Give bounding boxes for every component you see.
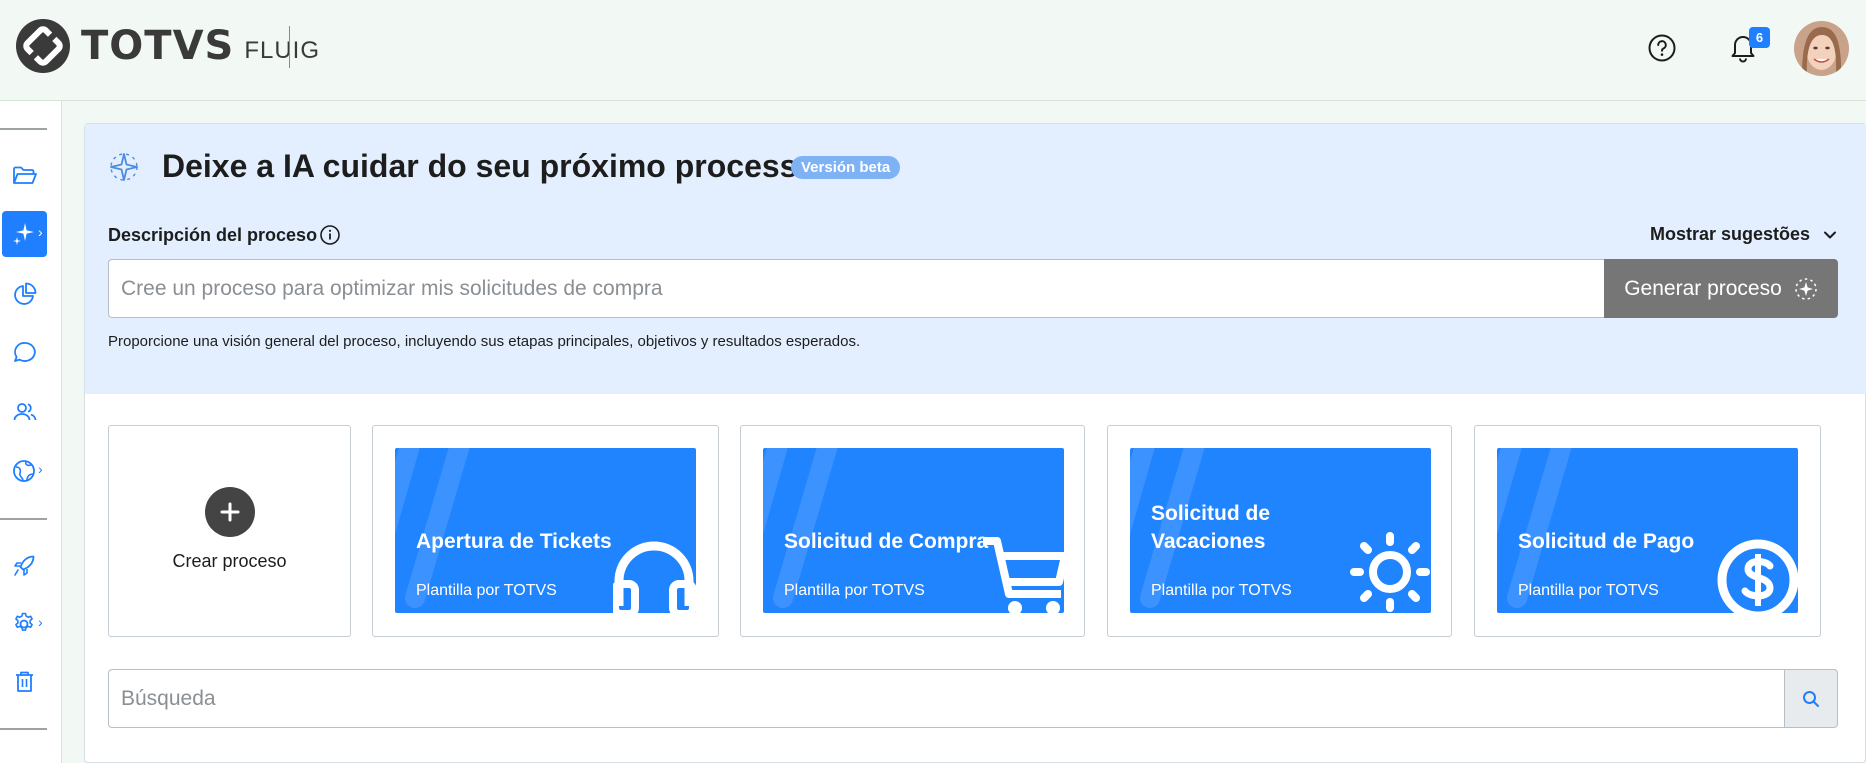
search-bar xyxy=(108,669,1838,728)
ai-sparkle-icon xyxy=(110,153,138,181)
template-title: Solicitud de Pago xyxy=(1518,528,1694,556)
help-circle-icon[interactable] xyxy=(1647,33,1677,63)
create-process-card[interactable]: Crear proceso xyxy=(108,425,351,637)
totvs-fluig-logo[interactable]: TOTVS FLUIG xyxy=(15,18,320,74)
template-subtitle: Plantilla por TOTVS xyxy=(1151,582,1292,599)
chat-bubble-icon xyxy=(13,342,36,362)
template-card[interactable]: Apertura de Tickets Plantilla por TOTVS xyxy=(372,425,719,637)
sidebar-divider xyxy=(0,728,47,730)
totvs-logo-icon xyxy=(16,19,70,73)
folder-open-icon xyxy=(12,166,37,184)
show-suggestions-toggle[interactable]: Mostrar sugestões xyxy=(1650,224,1838,245)
sidebar-item-trash[interactable] xyxy=(2,659,47,705)
sidebar-divider xyxy=(0,518,47,520)
gear-icon xyxy=(14,612,33,631)
chevron-down-icon xyxy=(1824,231,1837,238)
headphones-icon xyxy=(613,541,696,613)
sidebar-item-global[interactable]: › xyxy=(2,448,47,494)
sidebar-item-settings[interactable]: › xyxy=(2,601,47,647)
top-header: TOTVS FLUIG 6 xyxy=(0,0,1866,101)
template-banner: Solicitud de Compra Plantilla por TOTVS xyxy=(763,448,1064,613)
left-sidebar: › › › xyxy=(0,101,62,763)
expand-caret-icon: › xyxy=(38,614,43,630)
info-icon[interactable] xyxy=(319,224,341,246)
template-title: Solicitud de Compra xyxy=(784,528,988,556)
sidebar-item-analytics[interactable] xyxy=(2,271,47,317)
template-card[interactable]: Solicitud de Pago Plantilla por TOTVS xyxy=(1474,425,1821,637)
template-title: Solicitud de Vacaciones xyxy=(1151,500,1270,556)
sidebar-item-processes[interactable]: › xyxy=(2,211,47,257)
generate-process-label: Generar proceso xyxy=(1624,276,1782,300)
sidebar-item-users[interactable] xyxy=(2,389,47,435)
show-suggestions-label: Mostrar sugestões xyxy=(1650,224,1811,244)
search-button[interactable] xyxy=(1784,669,1838,728)
dollar-coin-icon xyxy=(1717,539,1798,613)
users-icon xyxy=(13,403,36,421)
sun-icon xyxy=(1350,532,1430,612)
template-subtitle: Plantilla por TOTVS xyxy=(784,582,925,599)
pie-chart-icon xyxy=(13,282,36,305)
search-icon xyxy=(1803,690,1819,707)
template-card[interactable]: Solicitud de Compra Plantilla por TOTVS xyxy=(740,425,1085,637)
globe-icon xyxy=(12,460,35,482)
sidebar-item-chat[interactable] xyxy=(2,330,47,376)
plus-icon xyxy=(205,487,255,537)
template-title-line: Solicitud de xyxy=(1151,502,1271,525)
template-banner: Apertura de Tickets Plantilla por TOTVS xyxy=(395,448,696,613)
rocket-icon xyxy=(13,555,34,576)
sidebar-item-launch[interactable] xyxy=(2,542,47,588)
ai-panel-title: Deixe a IA cuidar do seu próximo process… xyxy=(162,148,818,184)
notification-count-badge: 6 xyxy=(1749,27,1770,48)
process-description-label: Descripción del proceso xyxy=(108,225,318,245)
description-helper-text: Proporcione una visión general del proce… xyxy=(108,333,861,350)
template-card[interactable]: Solicitud de Vacaciones Plantilla por TO… xyxy=(1107,425,1452,637)
beta-badge: Versión beta xyxy=(791,156,901,179)
template-title-line: Vacaciones xyxy=(1151,530,1266,553)
process-description-input[interactable] xyxy=(108,259,1605,318)
trash-icon xyxy=(15,671,33,692)
template-banner: Solicitud de Pago Plantilla por TOTVS xyxy=(1497,448,1798,613)
sidebar-item-folder[interactable] xyxy=(2,153,47,199)
header-divider xyxy=(289,26,290,68)
template-subtitle: Plantilla por TOTVS xyxy=(416,582,557,599)
expand-caret-icon: › xyxy=(38,224,43,240)
template-title-line: Apertura de Tickets xyxy=(416,530,612,553)
template-title-line: Solicitud de Compra xyxy=(784,530,989,553)
brand-name: TOTVS xyxy=(81,23,235,69)
shopping-cart-icon xyxy=(983,537,1064,613)
user-avatar[interactable] xyxy=(1794,21,1849,76)
search-input[interactable] xyxy=(108,669,1785,728)
sidebar-divider xyxy=(0,128,47,130)
ai-generate-icon xyxy=(1795,277,1817,300)
sparkle-process-icon xyxy=(12,223,34,245)
create-process-label: Crear proceso xyxy=(172,551,287,571)
template-banner: Solicitud de Vacaciones Plantilla por TO… xyxy=(1130,448,1431,613)
template-title: Apertura de Tickets xyxy=(416,528,612,556)
generate-process-button[interactable]: Generar proceso xyxy=(1604,259,1838,318)
template-subtitle: Plantilla por TOTVS xyxy=(1518,582,1659,599)
expand-caret-icon: › xyxy=(38,461,43,477)
user-photo-icon xyxy=(1794,21,1849,76)
product-name: FLUIG xyxy=(244,37,321,64)
template-title-line: Solicitud de Pago xyxy=(1518,530,1695,553)
